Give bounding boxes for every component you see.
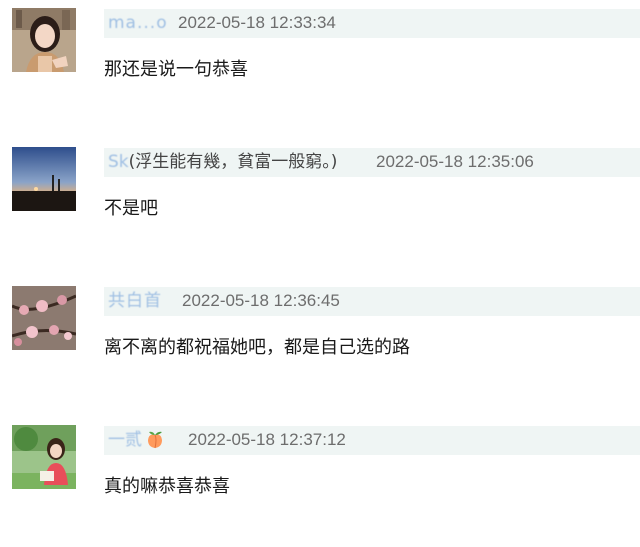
comment-item: Sk(浮生能有幾，貧富一般窮。) 2022-05-18 12:35:06 不是吧 <box>0 139 640 269</box>
username-name: 一贰 <box>108 430 142 450</box>
avatar[interactable] <box>12 147 76 211</box>
comment-item: 共白首 2022-05-18 12:36:45 离不离的都祝福她吧，都是自己选的… <box>0 278 640 408</box>
comment-list: ma...o 2022-05-18 12:33:34 那还是说一句恭喜 Sk(浮… <box>0 0 640 540</box>
comment-header: 共白首 2022-05-18 12:36:45 <box>104 287 640 316</box>
username-signature: (浮生能有幾，貧富一般窮。) <box>128 152 338 172</box>
comment-text: 不是吧 <box>104 198 158 219</box>
sunset-landscape-icon <box>12 147 76 211</box>
avatar[interactable] <box>12 8 76 72</box>
comment-text: 离不离的都祝福她吧，都是自己选的路 <box>104 337 410 358</box>
timestamp: 2022-05-18 12:37:12 <box>188 430 346 449</box>
comment-header: ma...o 2022-05-18 12:33:34 <box>104 9 640 38</box>
peach-icon <box>148 431 162 449</box>
avatar[interactable] <box>12 286 76 350</box>
comment-item: 一贰 2022-05-18 12:37:12 真的嘛恭喜恭喜 <box>0 417 640 547</box>
comment-header: Sk(浮生能有幾，貧富一般窮。) 2022-05-18 12:35:06 <box>104 148 640 177</box>
timestamp: 2022-05-18 12:33:34 <box>178 13 336 32</box>
comment-item: ma...o 2022-05-18 12:33:34 那还是说一句恭喜 <box>0 0 640 130</box>
username[interactable]: Sk(浮生能有幾，貧富一般窮。) <box>108 152 337 172</box>
timestamp: 2022-05-18 12:36:45 <box>182 291 340 310</box>
timestamp: 2022-05-18 12:35:06 <box>376 152 534 171</box>
username[interactable]: 一贰 <box>108 430 165 450</box>
comment-text: 那还是说一句恭喜 <box>104 59 248 80</box>
avatar[interactable] <box>12 425 76 489</box>
username[interactable]: ma...o <box>108 13 168 33</box>
woman-portrait-icon <box>12 8 76 72</box>
girl-with-book-icon <box>12 425 76 489</box>
blossom-branches-icon <box>12 286 76 350</box>
comment-text: 真的嘛恭喜恭喜 <box>104 476 230 497</box>
username[interactable]: 共白首 <box>108 291 162 311</box>
comment-header: 一贰 2022-05-18 12:37:12 <box>104 426 640 455</box>
username-name: Sk <box>108 152 129 172</box>
